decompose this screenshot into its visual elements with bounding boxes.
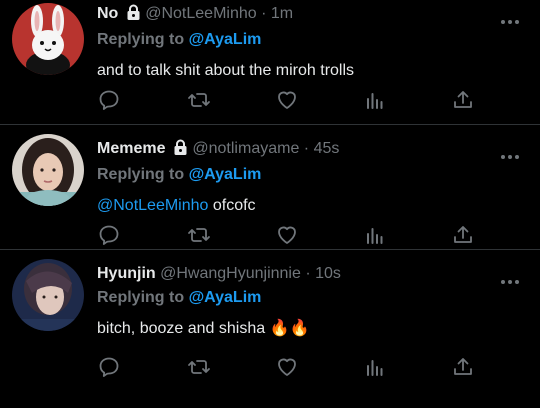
tweet-actions bbox=[97, 223, 477, 247]
tweet-header: Mememe @notlimayame · 45s bbox=[97, 139, 526, 161]
display-name[interactable]: No bbox=[97, 5, 118, 22]
reply-icon[interactable] bbox=[97, 355, 121, 379]
display-name[interactable]: Mememe bbox=[97, 140, 165, 157]
analytics-icon[interactable] bbox=[363, 223, 387, 247]
separator-dot: · bbox=[305, 265, 311, 282]
tweet-actions bbox=[97, 88, 477, 112]
tweet-text: bitch, booze and shisha 🔥🔥 bbox=[97, 319, 526, 339]
reply-icon[interactable] bbox=[97, 88, 121, 112]
retweet-icon[interactable] bbox=[187, 355, 211, 379]
share-icon[interactable] bbox=[451, 88, 475, 112]
timestamp[interactable]: 1m bbox=[271, 5, 293, 22]
analytics-icon[interactable] bbox=[363, 355, 387, 379]
timestamp[interactable]: 10s bbox=[315, 265, 341, 282]
woman-photo-avatar-icon bbox=[12, 134, 84, 206]
bunny-avatar-icon bbox=[12, 3, 84, 75]
replying-to: Replying to @AyaLim bbox=[97, 165, 526, 185]
user-handle[interactable]: @notlimayame bbox=[192, 140, 299, 157]
share-icon[interactable] bbox=[451, 355, 475, 379]
timestamp[interactable]: 45s bbox=[314, 140, 340, 157]
tweet-body: ofcofc bbox=[208, 197, 256, 214]
more-icon[interactable] bbox=[500, 147, 520, 159]
tweet[interactable]: No @NotLeeMinho · 1m Replying to @AyaLim… bbox=[0, 0, 540, 125]
mention-link[interactable]: @NotLeeMinho bbox=[97, 197, 208, 214]
more-icon[interactable] bbox=[500, 272, 520, 284]
tweet[interactable]: Mememe @notlimayame · 45s Replying to @A… bbox=[0, 125, 540, 250]
replying-label: Replying to bbox=[97, 31, 185, 48]
display-name[interactable]: Hyunjin bbox=[97, 265, 156, 282]
tweet-text: and to talk shit about the miroh trolls bbox=[97, 61, 526, 81]
like-icon[interactable] bbox=[275, 88, 299, 112]
replying-label: Replying to bbox=[97, 166, 185, 183]
lock-icon bbox=[173, 139, 188, 161]
avatar[interactable] bbox=[12, 259, 84, 331]
tweet[interactable]: Hyunjin @HwangHyunjinnie · 10s Replying … bbox=[0, 250, 540, 390]
separator-dot: · bbox=[261, 5, 267, 22]
tweet-header: Hyunjin @HwangHyunjinnie · 10s bbox=[97, 264, 526, 284]
replying-to: Replying to @AyaLim bbox=[97, 30, 526, 50]
lock-icon bbox=[126, 4, 141, 26]
more-icon[interactable] bbox=[500, 12, 520, 24]
avatar[interactable] bbox=[12, 134, 84, 206]
share-icon[interactable] bbox=[451, 223, 475, 247]
replying-to-link[interactable]: @AyaLim bbox=[189, 166, 262, 183]
tweet-body: and to talk shit about the miroh trolls bbox=[97, 62, 355, 79]
reply-icon[interactable] bbox=[97, 223, 121, 247]
replying-to: Replying to @AyaLim bbox=[97, 288, 526, 308]
replying-to-link[interactable]: @AyaLim bbox=[189, 289, 262, 306]
man-photo-avatar-icon bbox=[12, 259, 84, 331]
user-handle[interactable]: @HwangHyunjinnie bbox=[160, 265, 301, 282]
tweet-header: No @NotLeeMinho · 1m bbox=[97, 4, 526, 26]
like-icon[interactable] bbox=[275, 223, 299, 247]
separator-dot: · bbox=[303, 140, 310, 157]
tweet-body: bitch, booze and shisha 🔥🔥 bbox=[97, 320, 310, 337]
replying-label: Replying to bbox=[97, 289, 185, 306]
like-icon[interactable] bbox=[275, 355, 299, 379]
retweet-icon[interactable] bbox=[187, 223, 211, 247]
avatar[interactable] bbox=[12, 3, 84, 75]
tweet-text: @NotLeeMinho ofcofc bbox=[97, 196, 526, 216]
replying-to-link[interactable]: @AyaLim bbox=[189, 31, 262, 48]
tweet-actions bbox=[97, 355, 477, 379]
analytics-icon[interactable] bbox=[363, 88, 387, 112]
user-handle[interactable]: @NotLeeMinho bbox=[145, 5, 256, 22]
retweet-icon[interactable] bbox=[187, 88, 211, 112]
